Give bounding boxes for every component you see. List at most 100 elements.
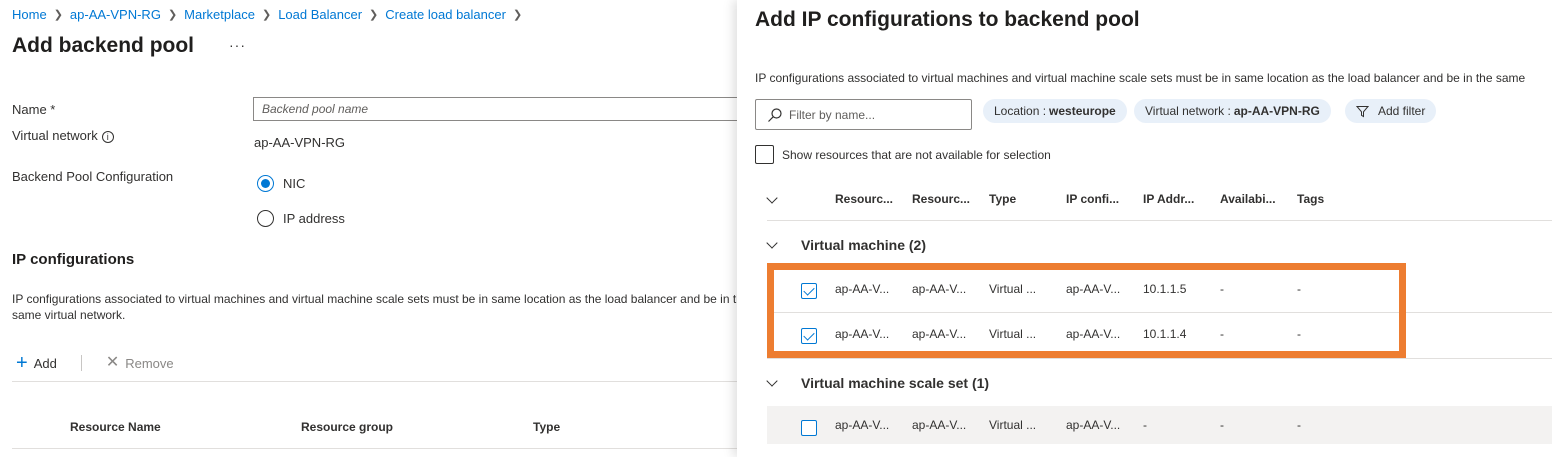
close-icon: ✕ bbox=[105, 354, 120, 371]
radio-nic[interactable]: NIC bbox=[257, 175, 305, 192]
plus-icon: + bbox=[16, 352, 28, 374]
backend-pool-configuration-label: Backend Pool Configuration bbox=[12, 169, 174, 184]
backend-pool-name-input[interactable] bbox=[253, 97, 740, 121]
row-checkbox[interactable] bbox=[801, 420, 817, 436]
cell-resource-name: ap-AA-V... bbox=[835, 418, 890, 432]
add-backend-pool-blade: Home ❯ ap-AA-VPN-RG ❯ Marketplace ❯ Load Ba… bbox=[0, 0, 740, 457]
column-resource-name[interactable]: Resource Name bbox=[70, 420, 161, 434]
chevron-down-icon[interactable] bbox=[766, 237, 778, 249]
expand-all-chevron-icon[interactable] bbox=[766, 192, 778, 204]
cell-type: Virtual ... bbox=[989, 418, 1037, 432]
chevron-right-icon: ❯ bbox=[512, 9, 523, 21]
location-filter-pill[interactable]: Location : westeurope bbox=[983, 99, 1127, 123]
cell-resource-group: ap-AA-V... bbox=[912, 327, 967, 341]
radio-button[interactable] bbox=[257, 210, 274, 227]
cell-type: Virtual ... bbox=[989, 327, 1037, 341]
chevron-right-icon: ❯ bbox=[167, 9, 178, 21]
cell-ip-address: 10.1.1.5 bbox=[1143, 282, 1187, 296]
filter-by-name-input[interactable]: Filter by name... bbox=[755, 99, 972, 130]
group-virtual-machine: Virtual machine (2) bbox=[801, 237, 927, 253]
virtual-network-label: Virtual network i bbox=[12, 128, 114, 143]
row-divider bbox=[767, 312, 1552, 313]
cell-tags: - bbox=[1297, 327, 1301, 341]
page-title: Add backend pool bbox=[12, 34, 195, 57]
virtual-network-label-text: Virtual network bbox=[12, 128, 98, 143]
add-ip-configurations-panel: Add IP configurations to backend pool IP… bbox=[737, 0, 1552, 457]
column-ip-address[interactable]: IP Addr... bbox=[1143, 192, 1194, 206]
radio-ip-address[interactable]: IP address bbox=[257, 210, 345, 227]
ip-configurations-title: IP configurations bbox=[12, 251, 135, 268]
breadcrumb-create-load-balancer[interactable]: Create load balancer bbox=[385, 7, 506, 22]
column-type[interactable]: Type bbox=[989, 192, 1016, 206]
cell-availability: - bbox=[1220, 282, 1224, 296]
chevron-right-icon: ❯ bbox=[261, 9, 272, 21]
chevron-right-icon: ❯ bbox=[369, 9, 379, 21]
filter-placeholder: Filter by name... bbox=[789, 107, 876, 122]
cell-tags: - bbox=[1297, 282, 1301, 296]
row-divider bbox=[767, 358, 1552, 359]
cell-ip-configuration: ap-AA-V... bbox=[1066, 418, 1121, 432]
column-type[interactable]: Type bbox=[533, 420, 560, 434]
virtual-network-value: ap-AA-VPN-RG bbox=[254, 135, 346, 150]
panel-description: IP configurations associated to virtual … bbox=[755, 71, 1526, 85]
remove-button[interactable]: ✕ Remove bbox=[106, 355, 174, 371]
table-row[interactable]: ap-AA-V... ap-AA-V... Virtual ... ap-AA-… bbox=[767, 406, 1552, 444]
breadcrumb-marketplace[interactable]: Marketplace bbox=[184, 7, 255, 22]
cell-resource-name: ap-AA-V... bbox=[835, 282, 890, 296]
breadcrumb-resource-group[interactable]: ap-AA-VPN-RG bbox=[70, 7, 161, 22]
column-ip-configuration[interactable]: IP confi... bbox=[1066, 192, 1119, 206]
radio-nic-label: NIC bbox=[283, 176, 306, 191]
row-checkbox[interactable] bbox=[801, 283, 817, 299]
column-resource-name[interactable]: Resourc... bbox=[835, 192, 893, 206]
table-header-divider bbox=[12, 448, 740, 449]
cell-ip-configuration: ap-AA-V... bbox=[1066, 282, 1121, 296]
add-filter-label: Add filter bbox=[1378, 104, 1426, 118]
remove-button-label: Remove bbox=[125, 355, 174, 371]
radio-button-selected[interactable] bbox=[257, 175, 274, 192]
breadcrumb-load-balancer[interactable]: Load Balancer bbox=[278, 7, 362, 22]
toolbar-divider-line bbox=[12, 381, 740, 382]
cell-ip-address: 10.1.1.4 bbox=[1143, 327, 1187, 341]
show-unavailable-checkbox[interactable]: Show resources that are not available fo… bbox=[755, 145, 1051, 164]
cell-type: Virtual ... bbox=[989, 282, 1037, 296]
virtual-network-filter-pill[interactable]: Virtual network : ap-AA-VPN-RG bbox=[1134, 99, 1331, 123]
panel-title: Add IP configurations to backend pool bbox=[755, 8, 1140, 31]
toolbar-divider bbox=[80, 355, 82, 371]
cell-resource-name: ap-AA-V... bbox=[835, 327, 890, 341]
chevron-right-icon: ❯ bbox=[53, 9, 63, 21]
add-button[interactable]: + Add bbox=[16, 352, 57, 374]
add-button-label: Add bbox=[33, 355, 57, 371]
chevron-down-icon[interactable] bbox=[766, 375, 778, 387]
header-divider bbox=[767, 220, 1552, 221]
name-label: Name * bbox=[12, 102, 56, 117]
filter-icon bbox=[1356, 105, 1369, 117]
cell-resource-group: ap-AA-V... bbox=[912, 282, 967, 296]
location-filter-key: Location : bbox=[994, 104, 1047, 118]
row-checkbox[interactable] bbox=[801, 328, 817, 344]
breadcrumb: Home ❯ ap-AA-VPN-RG ❯ Marketplace ❯ Load Ba… bbox=[12, 7, 529, 22]
ip-configurations-description: IP configurations associated to virtual … bbox=[12, 292, 740, 322]
cell-availability: - bbox=[1220, 418, 1224, 432]
more-options-button[interactable]: ··· bbox=[229, 37, 246, 53]
cell-tags: - bbox=[1297, 418, 1301, 432]
breadcrumb-home[interactable]: Home bbox=[12, 7, 47, 22]
radio-ip-address-label: IP address bbox=[283, 211, 345, 226]
column-tags[interactable]: Tags bbox=[1297, 192, 1324, 206]
location-filter-value: westeurope bbox=[1049, 104, 1116, 118]
cell-ip-configuration: ap-AA-V... bbox=[1066, 327, 1121, 341]
checkbox[interactable] bbox=[755, 145, 774, 164]
add-filter-button[interactable]: Add filter bbox=[1345, 99, 1437, 123]
column-resource-group[interactable]: Resourc... bbox=[912, 192, 970, 206]
virtual-network-filter-value: ap-AA-VPN-RG bbox=[1233, 104, 1320, 118]
ip-config-toolbar: + Add ✕ Remove bbox=[16, 352, 174, 374]
cell-resource-group: ap-AA-V... bbox=[912, 418, 967, 432]
cell-availability: - bbox=[1220, 327, 1224, 341]
column-resource-group[interactable]: Resource group bbox=[301, 420, 393, 434]
info-icon[interactable]: i bbox=[101, 131, 114, 143]
virtual-network-filter-key: Virtual network : bbox=[1145, 104, 1231, 118]
search-icon bbox=[768, 107, 782, 122]
show-unavailable-label: Show resources that are not available fo… bbox=[782, 147, 1051, 162]
cell-ip-address: - bbox=[1143, 418, 1147, 432]
group-virtual-machine-scale-set: Virtual machine scale set (1) bbox=[801, 375, 990, 391]
column-availability[interactable]: Availabi... bbox=[1220, 192, 1276, 206]
